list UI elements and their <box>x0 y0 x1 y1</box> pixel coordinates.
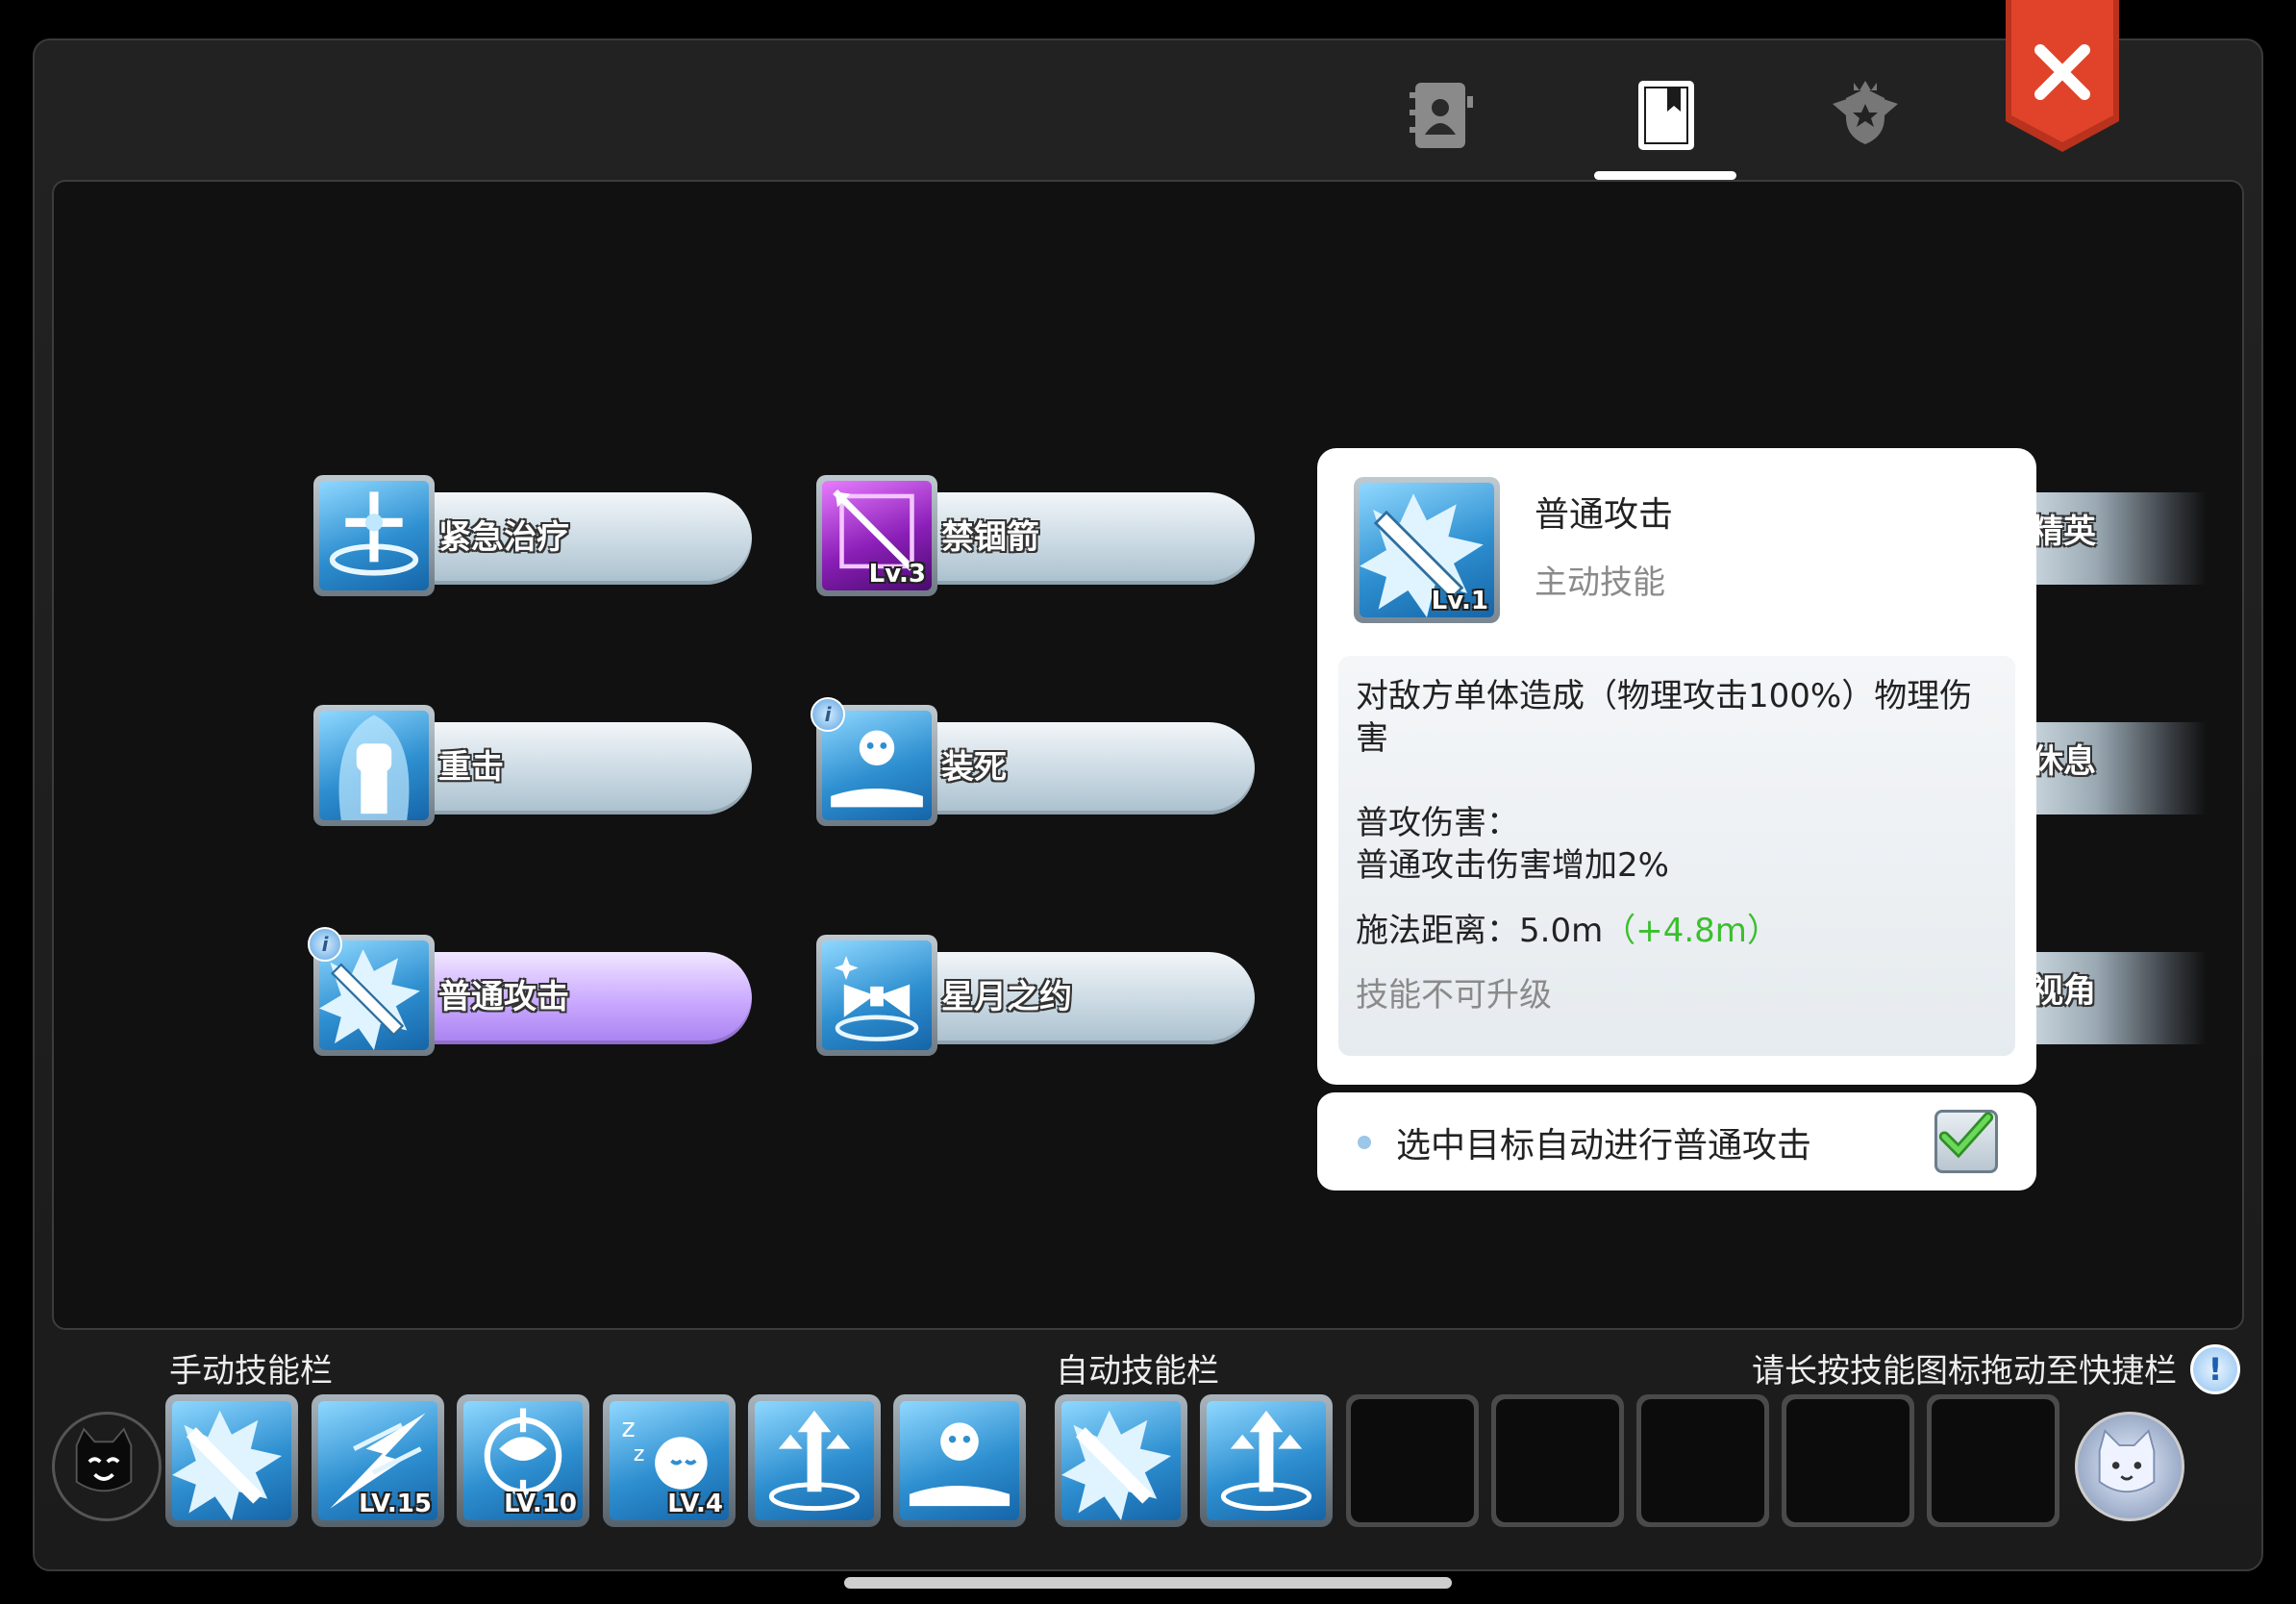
sword-burst-icon <box>172 1401 291 1520</box>
slot-level: LV.10 <box>504 1490 577 1518</box>
tooltip-passive: 普攻伤害： 普通攻击伤害增加2% <box>1356 802 1998 887</box>
auto-attack-option[interactable]: 选中目标自动进行普通攻击 <box>1317 1092 2036 1190</box>
home-indicator[interactable] <box>844 1577 1452 1589</box>
close-icon <box>2006 0 2119 152</box>
cat-avatar-left[interactable] <box>52 1412 162 1521</box>
close-button[interactable] <box>2002 0 2123 152</box>
manual-slot-6[interactable] <box>893 1394 1026 1527</box>
skill-icon-frame <box>313 705 435 826</box>
skill-normal-attack[interactable]: i 普通攻击 <box>308 927 756 1056</box>
active-tab-indicator <box>1594 171 1736 180</box>
svg-text:z: z <box>621 1414 635 1443</box>
slot-level: LV.4 <box>667 1490 723 1518</box>
profile-tab[interactable] <box>1385 67 1500 163</box>
lying-body-icon <box>900 1401 1019 1520</box>
exclamation-icon[interactable]: ! <box>2190 1344 2240 1394</box>
star-shield-wings-icon <box>1833 81 1898 144</box>
skill-level: Lv.3 <box>868 560 926 589</box>
skill-star-moon-pact[interactable]: 星月之约 <box>816 935 1259 1056</box>
rank-tab[interactable] <box>1808 67 1923 163</box>
skill-heavy-strike[interactable]: 重击 <box>313 705 756 826</box>
range-value: 5.0m <box>1519 912 1604 950</box>
contact-book-icon <box>1410 83 1473 148</box>
holy-cross-icon <box>319 481 429 590</box>
empty-slot <box>1496 1399 1619 1522</box>
cage-arrow-icon: Lv.3 <box>822 481 932 590</box>
auto-skill-bar-label: 自动技能栏 <box>1056 1352 1219 1391</box>
skill-label: 普通攻击 <box>438 978 569 1016</box>
slot-level: LV.15 <box>359 1490 432 1518</box>
black-cat-icon <box>75 1427 133 1492</box>
skill-emergency-heal[interactable]: 紧急治疗 <box>313 475 756 596</box>
cat-avatar-right[interactable] <box>2075 1412 2184 1521</box>
skill-label: 紧急治疗 <box>438 518 569 557</box>
range-label: 施法距离： <box>1356 912 1519 950</box>
bookmark-book-icon <box>1638 81 1694 150</box>
sword-burst-icon: Lv.1 <box>1360 483 1494 617</box>
skill-cutoff-elite[interactable]: 精英 <box>2023 492 2206 585</box>
manual-slot-5[interactable] <box>748 1394 881 1527</box>
whirlwind-icon: LV.10 <box>463 1401 583 1520</box>
skill-binding-arrow[interactable]: Lv.3 禁锢箭 <box>816 475 1259 596</box>
arrow-rise-icon <box>1207 1401 1326 1520</box>
tooltip-skill-type: 主动技能 <box>1535 564 1665 602</box>
skill-icon-frame <box>816 935 937 1056</box>
sleep-icon: zz LV.4 <box>610 1401 729 1520</box>
empty-slot <box>1786 1399 1909 1522</box>
manual-slot-4[interactable]: zz LV.4 <box>603 1394 736 1527</box>
upgrade-note: 技能不可升级 <box>1356 976 1552 1015</box>
skill-level: Lv.1 <box>1431 587 1488 615</box>
skill-label: 禁锢箭 <box>941 518 1039 557</box>
skill-icon-frame: Lv.3 <box>816 475 937 596</box>
auto-slot-1[interactable] <box>1055 1394 1187 1527</box>
skill-label: 视角 <box>2031 972 2096 1011</box>
auto-attack-label: 选中目标自动进行普通攻击 <box>1396 1126 1812 1165</box>
skill-label: 精英 <box>2031 513 2096 551</box>
skill-cutoff-rest[interactable]: 休息 <box>2023 722 2206 815</box>
manual-slot-1[interactable] <box>165 1394 298 1527</box>
skills-tab[interactable] <box>1608 67 1723 163</box>
info-badge[interactable]: i <box>308 927 342 962</box>
bullet-dot <box>1358 1136 1371 1149</box>
tooltip-skill-icon-frame: Lv.1 <box>1354 477 1500 623</box>
checkmark-icon <box>1938 1112 1994 1159</box>
manual-slot-2[interactable]: LV.15 <box>312 1394 444 1527</box>
tooltip-skill-name: 普通攻击 <box>1535 495 1674 535</box>
tooltip-body: 对敌方单体造成（物理攻击100%）物理伤害 普攻伤害： 普通攻击伤害增加2% 施… <box>1338 656 2015 1056</box>
skill-feign-death[interactable]: i 装死 <box>811 697 1259 826</box>
skill-tooltip: Lv.1 普通攻击 主动技能 对敌方单体造成（物理攻击100%）物理伤害 普攻伤… <box>1317 448 2036 1085</box>
svg-text:z: z <box>634 1441 645 1466</box>
empty-slot <box>1351 1399 1474 1522</box>
skill-label: 重击 <box>438 748 504 787</box>
lightning-slash-icon: LV.15 <box>318 1401 437 1520</box>
drag-hint: 请长按技能图标拖动至快捷栏 <box>1752 1352 2177 1391</box>
skill-label: 装死 <box>941 748 1007 787</box>
arrow-rise-icon <box>755 1401 874 1520</box>
auto-attack-checkbox[interactable] <box>1934 1110 1998 1173</box>
bow-pact-icon <box>822 940 932 1050</box>
empty-slot <box>1641 1399 1764 1522</box>
fist-icon <box>319 711 429 820</box>
auto-slot-7-empty[interactable] <box>1927 1394 2059 1527</box>
tooltip-passive-text: 普通攻击伤害增加2% <box>1356 846 1669 885</box>
manual-skill-bar-label: 手动技能栏 <box>169 1352 333 1391</box>
tooltip-description: 对敌方单体造成（物理攻击100%）物理伤害 <box>1356 677 1973 758</box>
range-bonus: （+4.8m） <box>1603 912 1780 950</box>
white-cat-icon <box>2098 1429 2156 1493</box>
auto-slot-6-empty[interactable] <box>1782 1394 1914 1527</box>
skill-icon-frame <box>313 475 435 596</box>
tooltip-passive-title: 普攻伤害： <box>1356 804 1519 842</box>
tooltip-range: 施法距离：5.0m（+4.8m） <box>1356 904 1998 951</box>
skill-label: 休息 <box>2031 742 2096 781</box>
skill-cutoff-view[interactable]: 视角 <box>2023 952 2206 1044</box>
empty-slot <box>1932 1399 2055 1522</box>
skill-label: 星月之约 <box>941 978 1072 1016</box>
auto-slot-4-empty[interactable] <box>1491 1394 1624 1527</box>
sword-burst-icon <box>1061 1401 1181 1520</box>
auto-slot-3-empty[interactable] <box>1346 1394 1479 1527</box>
info-badge[interactable]: i <box>811 697 845 732</box>
manual-slot-3[interactable]: LV.10 <box>457 1394 589 1527</box>
auto-slot-5-empty[interactable] <box>1636 1394 1769 1527</box>
auto-slot-2[interactable] <box>1200 1394 1333 1527</box>
